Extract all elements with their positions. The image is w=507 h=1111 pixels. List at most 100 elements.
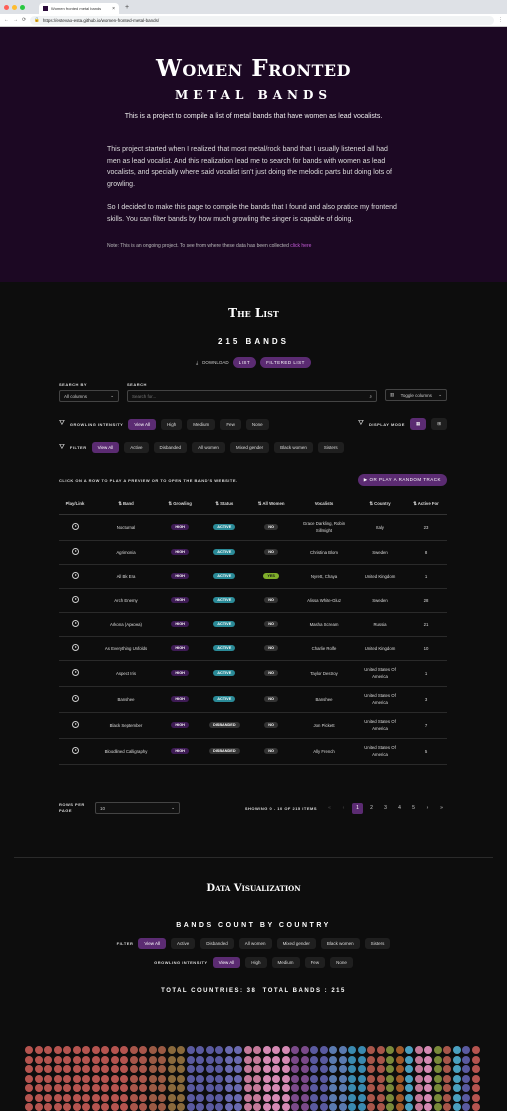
waffle-dot[interactable] (158, 1084, 166, 1092)
waffle-dot[interactable] (395, 1084, 404, 1092)
waffle-dot[interactable] (348, 1046, 356, 1054)
waffle-dot[interactable] (386, 1074, 394, 1083)
waffle-dot[interactable] (243, 1074, 252, 1083)
waffle-dot[interactable] (310, 1055, 318, 1064)
waffle-dot[interactable] (186, 1074, 195, 1083)
col-active-for[interactable]: ⇅ Active For (405, 494, 447, 515)
waffle-dot[interactable] (148, 1046, 157, 1054)
waffle-dot[interactable] (272, 1103, 280, 1111)
dv-growl-chip-all[interactable]: View All (212, 957, 241, 968)
waffle-dot[interactable] (53, 1103, 62, 1111)
growl-chip-none[interactable]: None (245, 418, 269, 430)
waffle-dot[interactable] (462, 1084, 470, 1092)
waffle-dot[interactable] (53, 1046, 62, 1054)
play-cell[interactable] (59, 660, 91, 687)
waffle-dot[interactable] (196, 1084, 204, 1092)
play-cell[interactable] (59, 540, 91, 565)
waffle-dot[interactable] (395, 1074, 404, 1083)
waffle-dot[interactable] (120, 1084, 128, 1092)
waffle-dot[interactable] (129, 1055, 138, 1064)
waffle-dot[interactable] (243, 1103, 252, 1111)
waffle-dot[interactable] (129, 1065, 138, 1073)
filter-chip-all-women[interactable]: All women (192, 442, 225, 453)
waffle-dot[interactable] (272, 1065, 280, 1073)
waffle-dot[interactable] (129, 1103, 138, 1111)
waffle-dot[interactable] (386, 1084, 394, 1092)
filter-chip-mixed-gender[interactable]: Mixed gender (229, 442, 270, 453)
waffle-dot[interactable] (253, 1055, 261, 1064)
waffle-dot[interactable] (471, 1055, 480, 1064)
waffle-dot[interactable] (196, 1093, 204, 1102)
waffle-dot[interactable] (120, 1074, 128, 1083)
play-icon[interactable] (71, 523, 79, 530)
waffle-dot[interactable] (101, 1093, 109, 1102)
waffle-dot[interactable] (148, 1084, 157, 1092)
waffle-dot[interactable] (224, 1093, 233, 1102)
waffle-dot[interactable] (395, 1103, 404, 1111)
waffle-dot[interactable] (243, 1065, 252, 1073)
waffle-dot[interactable] (395, 1055, 404, 1064)
waffle-dot[interactable] (139, 1103, 147, 1111)
minimize-window-button[interactable] (12, 4, 17, 10)
waffle-dot[interactable] (158, 1074, 166, 1083)
waffle-dot[interactable] (34, 1065, 43, 1073)
waffle-dot[interactable] (300, 1074, 309, 1083)
growl-chip-high[interactable]: High (161, 418, 183, 430)
waffle-dot[interactable] (186, 1046, 195, 1054)
play-cell[interactable] (59, 514, 91, 541)
play-cell[interactable] (59, 686, 91, 713)
play-cell[interactable] (59, 738, 91, 765)
col-all-women[interactable]: ⇅ All Women (249, 494, 294, 515)
search-by-select[interactable]: All columns ⌄ (59, 390, 119, 402)
waffle-dot[interactable] (348, 1103, 356, 1111)
waffle-dot[interactable] (91, 1055, 100, 1064)
waffle-dot[interactable] (405, 1046, 413, 1054)
waffle-dot[interactable] (177, 1074, 185, 1083)
waffle-dot[interactable] (357, 1103, 366, 1111)
waffle-dot[interactable] (72, 1093, 81, 1102)
waffle-dot[interactable] (405, 1084, 413, 1092)
waffle-dot[interactable] (129, 1093, 138, 1102)
dv-filter-chip-sisters[interactable]: Sisters (364, 938, 391, 949)
waffle-dot[interactable] (215, 1093, 223, 1102)
waffle-dot[interactable] (348, 1074, 356, 1083)
page-button-5[interactable]: 5 (408, 803, 419, 814)
table-row[interactable]: All Bk Era HIGH ACTIVE YES Nyrett, Chaya Unit… (59, 564, 447, 589)
waffle-dot[interactable] (462, 1046, 470, 1054)
waffle-dot[interactable] (224, 1103, 233, 1111)
waffle-dot[interactable] (424, 1055, 432, 1064)
waffle-dot[interactable] (300, 1055, 309, 1064)
waffle-dot[interactable] (101, 1046, 109, 1054)
waffle-dot[interactable] (234, 1084, 242, 1092)
waffle-dot[interactable] (367, 1084, 375, 1092)
waffle-dot[interactable] (63, 1046, 71, 1054)
waffle-dot[interactable] (44, 1103, 52, 1111)
waffle-dot[interactable] (310, 1065, 318, 1073)
waffle-dot[interactable] (91, 1084, 100, 1092)
waffle-dot[interactable] (224, 1084, 233, 1092)
waffle-dot[interactable] (386, 1093, 394, 1102)
waffle-dot[interactable] (357, 1074, 366, 1083)
waffle-dot[interactable] (376, 1065, 385, 1073)
waffle-dot[interactable] (443, 1074, 451, 1083)
waffle-dot[interactable] (34, 1055, 43, 1064)
waffle-dot[interactable] (357, 1093, 366, 1102)
waffle-dot[interactable] (262, 1103, 271, 1111)
dv-filter-chip-all[interactable]: View All (138, 938, 167, 949)
waffle-dot[interactable] (148, 1103, 157, 1111)
waffle-dot[interactable] (433, 1065, 442, 1073)
waffle-dot[interactable] (348, 1055, 356, 1064)
waffle-dot[interactable] (139, 1065, 147, 1073)
waffle-dot[interactable] (120, 1055, 128, 1064)
waffle-dot[interactable] (158, 1046, 166, 1054)
waffle-dot[interactable] (234, 1103, 242, 1111)
waffle-dot[interactable] (243, 1046, 252, 1054)
waffle-dot[interactable] (443, 1065, 451, 1073)
waffle-dot[interactable] (44, 1084, 52, 1092)
waffle-dot[interactable] (82, 1103, 90, 1111)
search-input[interactable]: Search for... ⌕ (127, 390, 377, 402)
waffle-dot[interactable] (205, 1055, 214, 1064)
waffle-dot[interactable] (234, 1055, 242, 1064)
waffle-dot[interactable] (367, 1103, 375, 1111)
play-icon[interactable] (71, 721, 79, 728)
